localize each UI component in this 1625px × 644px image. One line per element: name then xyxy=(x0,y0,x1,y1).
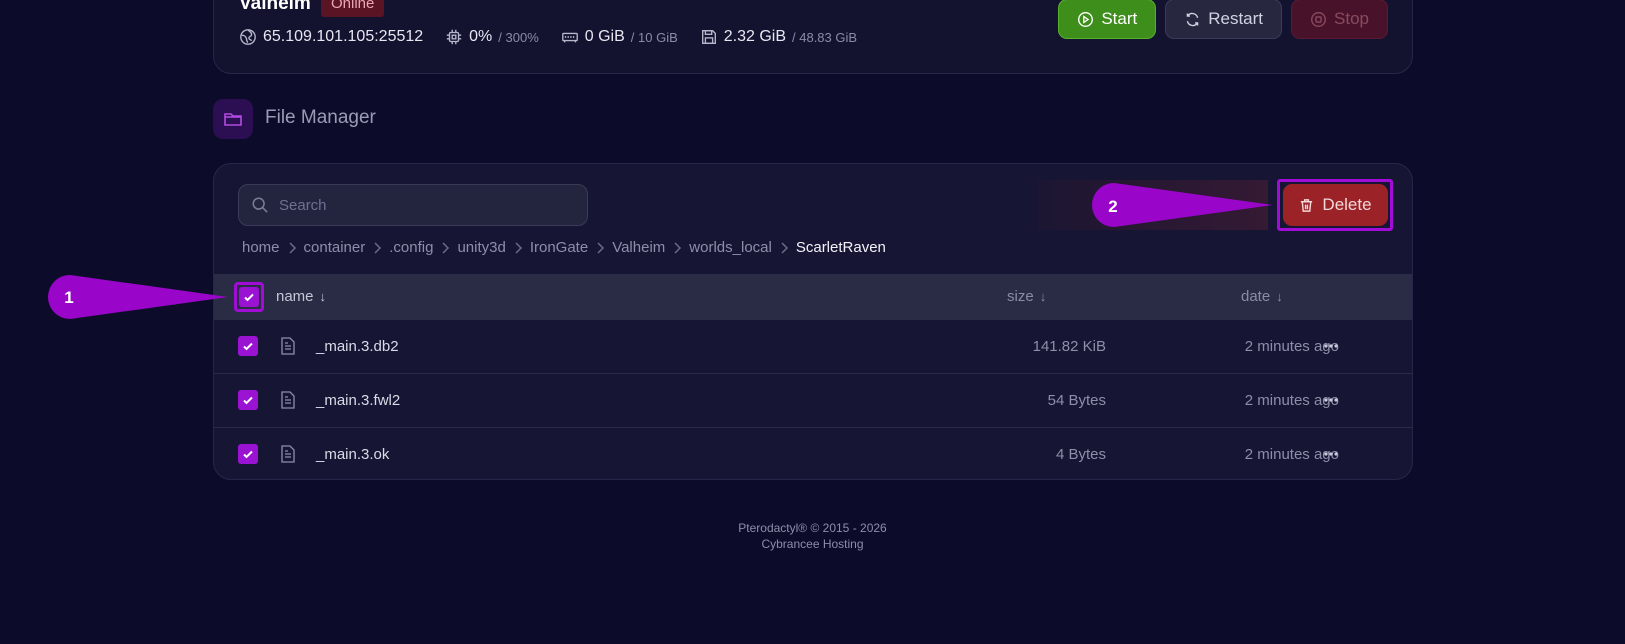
callout-1: 1 xyxy=(48,275,228,319)
callout-2-label: 2 xyxy=(1108,197,1117,216)
footer-copyright: Pterodactyl® © 2015 - 2026 xyxy=(738,521,887,535)
footer-hosting: Cybrancee Hosting xyxy=(761,537,864,551)
callout-1-label: 1 xyxy=(64,288,73,307)
callout-2: 2 xyxy=(1092,183,1273,227)
